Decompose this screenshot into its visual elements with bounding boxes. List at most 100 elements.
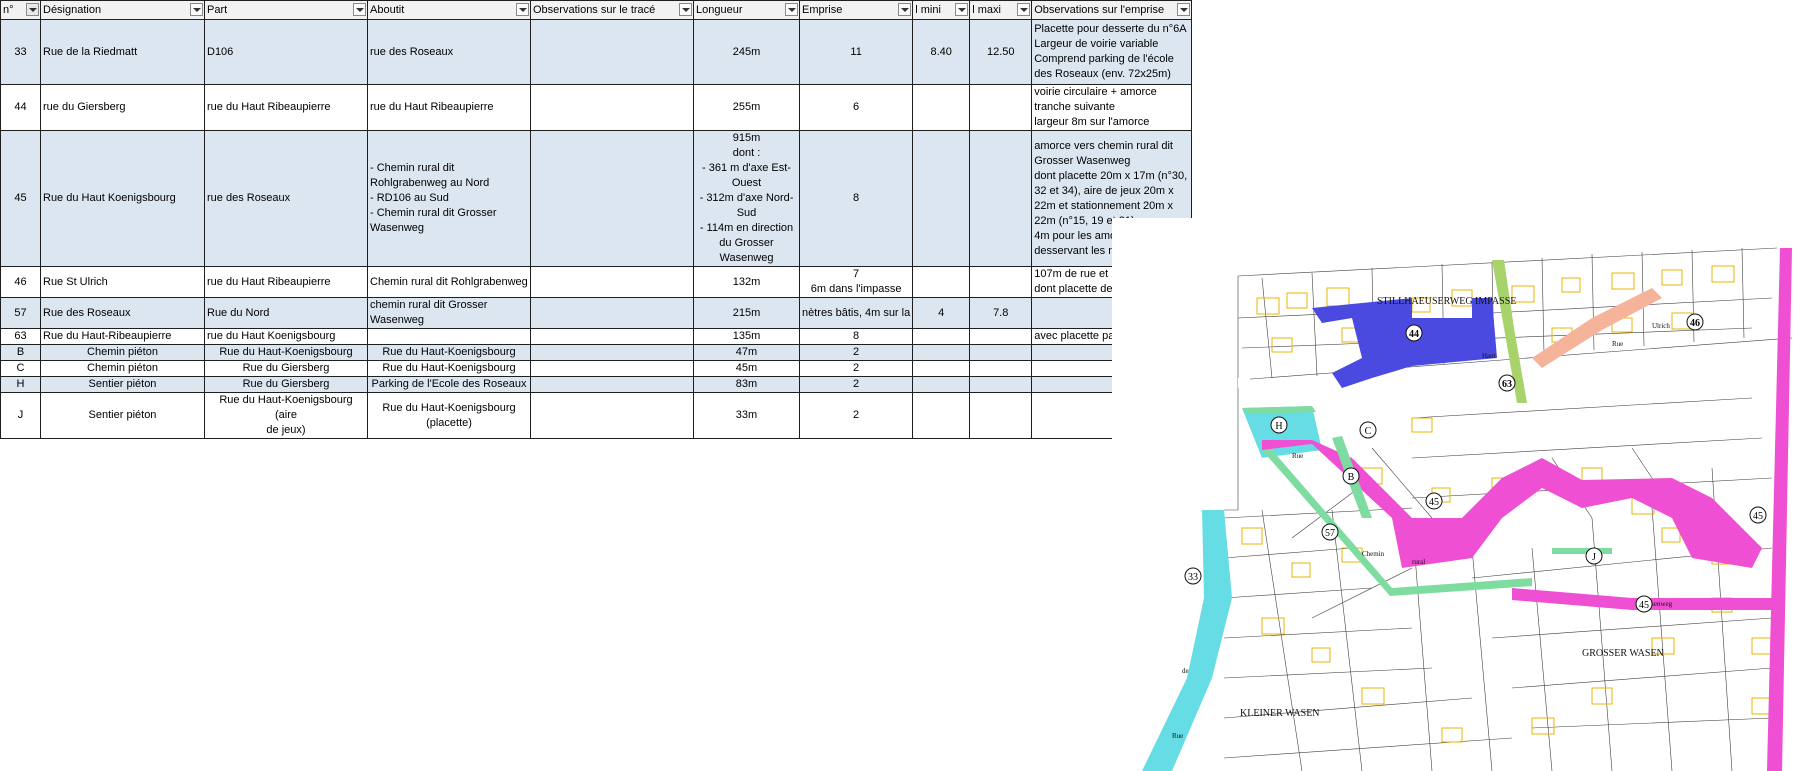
filter-dropdown-icon[interactable] (1177, 3, 1191, 16)
table-cell-col-emprise[interactable]: 6 (798, 84, 914, 131)
table-cell-col-l-maxi[interactable] (969, 84, 1033, 131)
table-cell-col-aboutit[interactable]: Rue du Haut-Koenigsbourg (placette) (367, 392, 531, 439)
table-cell-col-designation[interactable]: Rue de la Riedmatt (40, 19, 205, 85)
table-cell-col-designation[interactable]: Rue du Haut Koenigsbourg (40, 130, 205, 267)
table-cell-col-observations-trace[interactable] (530, 266, 694, 298)
table-cell-col-aboutit[interactable]: Rue du Haut-Koenigsbourg (367, 344, 531, 361)
table-cell-col-part[interactable]: Rue du Haut-Koenigsbourg (204, 344, 368, 361)
table-cell-col-l-maxi[interactable]: 12.50 (969, 19, 1033, 85)
table-cell-col-designation[interactable]: Rue du Haut-Ribeaupierre (40, 328, 205, 345)
table-cell-col-emprise[interactable]: 2 (798, 360, 914, 377)
table-cell-col-part[interactable]: Rue du Nord (204, 297, 368, 329)
table-cell-col-designation[interactable]: rue du Giersberg (40, 84, 205, 131)
table-cell-col-part[interactable]: rue du Haut Ribeaupierre (204, 266, 368, 298)
table-cell-col-designation[interactable]: Chemin piéton (40, 360, 205, 377)
table-cell-col-aboutit[interactable]: - Chemin rural dit Rohlgrabenweg au Nord… (367, 130, 531, 267)
table-cell-col-longueur[interactable]: 47m (693, 344, 800, 361)
filter-dropdown-icon[interactable] (353, 3, 366, 16)
table-cell-col-longueur[interactable]: 255m (693, 84, 800, 131)
table-cell-col-emprise[interactable]: 8 (798, 130, 914, 267)
table-cell-col-part[interactable]: rue du Haut Koenigsbourg (204, 328, 368, 345)
table-cell-col-designation[interactable]: Sentier piéton (40, 392, 205, 439)
table-cell-col-l-maxi[interactable] (969, 344, 1033, 361)
table-cell-col-part[interactable]: rue des Roseaux (204, 130, 368, 267)
filter-dropdown-icon[interactable] (785, 3, 798, 16)
table-cell-col-designation[interactable]: Rue des Roseaux (40, 297, 205, 329)
table-cell-col-l-maxi[interactable] (969, 392, 1033, 439)
table-cell-col-l-mini[interactable] (912, 84, 971, 131)
table-cell-col-part[interactable]: Rue du Giersberg (204, 360, 368, 377)
table-cell-col-aboutit[interactable]: Rue du Haut-Koenigsbourg (367, 360, 531, 377)
table-cell-col-emprise[interactable]: 2 (798, 376, 914, 393)
table-cell-col-l-maxi[interactable] (969, 328, 1033, 345)
table-cell-col-emprise[interactable]: 2 (798, 344, 914, 361)
table-cell-col-num[interactable]: B (0, 344, 41, 361)
table-cell-col-aboutit[interactable]: rue des Roseaux (367, 19, 531, 85)
table-cell-col-emprise[interactable]: nètres bâtis, 4m sur la (798, 297, 914, 329)
table-cell-col-observations-trace[interactable] (530, 344, 694, 361)
table-cell-col-num[interactable]: H (0, 376, 41, 393)
table-cell-col-l-maxi[interactable]: 7.8 (969, 297, 1033, 329)
table-cell-col-l-mini[interactable] (912, 266, 971, 298)
table-cell-col-observations-trace[interactable] (530, 130, 694, 267)
table-cell-col-emprise[interactable]: 7 6m dans l'impasse (798, 266, 914, 298)
table-cell-col-observations-trace[interactable] (530, 84, 694, 131)
filter-dropdown-icon[interactable] (26, 3, 39, 16)
table-cell-col-l-mini[interactable] (912, 130, 971, 267)
table-cell-col-observations-emprise[interactable]: voirie circulaire + amorce tranche suiva… (1031, 84, 1193, 131)
table-cell-col-observations-trace[interactable] (530, 19, 694, 85)
filter-dropdown-icon[interactable] (516, 3, 529, 16)
table-cell-col-l-mini[interactable]: 8.40 (912, 19, 971, 85)
table-cell-col-num[interactable]: 33 (0, 19, 41, 85)
table-cell-col-num[interactable]: 45 (0, 130, 41, 267)
table-cell-col-num[interactable]: 63 (0, 328, 41, 345)
table-cell-col-l-mini[interactable]: 4 (912, 297, 971, 329)
table-cell-col-l-maxi[interactable] (969, 266, 1033, 298)
table-cell-col-part[interactable]: Rue du Giersberg (204, 376, 368, 393)
table-cell-col-num[interactable]: 44 (0, 84, 41, 131)
table-cell-col-aboutit[interactable]: Parking de l'Ecole des Roseaux (367, 376, 531, 393)
table-cell-col-part[interactable]: Rue du Haut-Koenigsbourg (aire de jeux) (204, 392, 368, 439)
table-cell-col-longueur[interactable]: 83m (693, 376, 800, 393)
table-cell-col-observations-trace[interactable] (530, 360, 694, 377)
table-cell-col-longueur[interactable]: 245m (693, 19, 800, 85)
table-cell-col-l-maxi[interactable] (969, 130, 1033, 267)
table-cell-col-part[interactable]: rue du Haut Ribeaupierre (204, 84, 368, 131)
table-cell-col-l-mini[interactable] (912, 360, 971, 377)
table-cell-col-longueur[interactable]: 132m (693, 266, 800, 298)
table-cell-col-designation[interactable]: Sentier piéton (40, 376, 205, 393)
table-cell-col-observations-trace[interactable] (530, 392, 694, 439)
table-cell-col-num[interactable]: 57 (0, 297, 41, 329)
table-cell-col-l-mini[interactable] (912, 328, 971, 345)
table-cell-col-aboutit[interactable]: rue du Haut Ribeaupierre (367, 84, 531, 131)
table-cell-col-observations-trace[interactable] (530, 376, 694, 393)
table-cell-col-designation[interactable]: Chemin piéton (40, 344, 205, 361)
filter-dropdown-icon[interactable] (1017, 3, 1031, 16)
filter-dropdown-icon[interactable] (679, 3, 692, 16)
table-cell-col-longueur[interactable]: 915m dont : - 361 m d'axe Est- Ouest - 3… (693, 130, 800, 267)
table-cell-col-emprise[interactable]: 2 (798, 392, 914, 439)
filter-dropdown-icon[interactable] (898, 3, 912, 16)
table-cell-col-emprise[interactable]: 11 (798, 19, 914, 85)
table-cell-col-l-mini[interactable] (912, 376, 971, 393)
table-cell-col-num[interactable]: J (0, 392, 41, 439)
table-cell-col-observations-trace[interactable] (530, 297, 694, 329)
table-cell-col-l-mini[interactable] (912, 392, 971, 439)
table-cell-col-longueur[interactable]: 45m (693, 360, 800, 377)
table-cell-col-aboutit[interactable]: Chemin rural dit Rohlgrabenweg (367, 266, 531, 298)
table-cell-col-part[interactable]: D106 (204, 19, 368, 85)
table-cell-col-designation[interactable]: Rue St Ulrich (40, 266, 205, 298)
table-cell-col-longueur[interactable]: 215m (693, 297, 800, 329)
table-cell-col-l-maxi[interactable] (969, 376, 1033, 393)
table-cell-col-num[interactable]: C (0, 360, 41, 377)
table-cell-col-l-mini[interactable] (912, 344, 971, 361)
table-cell-col-emprise[interactable]: 8 (798, 328, 914, 345)
table-cell-col-observations-trace[interactable] (530, 328, 694, 345)
table-cell-col-aboutit[interactable] (367, 328, 531, 345)
table-cell-col-aboutit[interactable]: chemin rural dit Grosser Wasenweg (367, 297, 531, 329)
table-cell-col-num[interactable]: 46 (0, 266, 41, 298)
table-cell-col-l-maxi[interactable] (969, 360, 1033, 377)
table-cell-col-longueur[interactable]: 135m (693, 328, 800, 345)
table-cell-col-longueur[interactable]: 33m (693, 392, 800, 439)
filter-dropdown-icon[interactable] (955, 3, 969, 16)
